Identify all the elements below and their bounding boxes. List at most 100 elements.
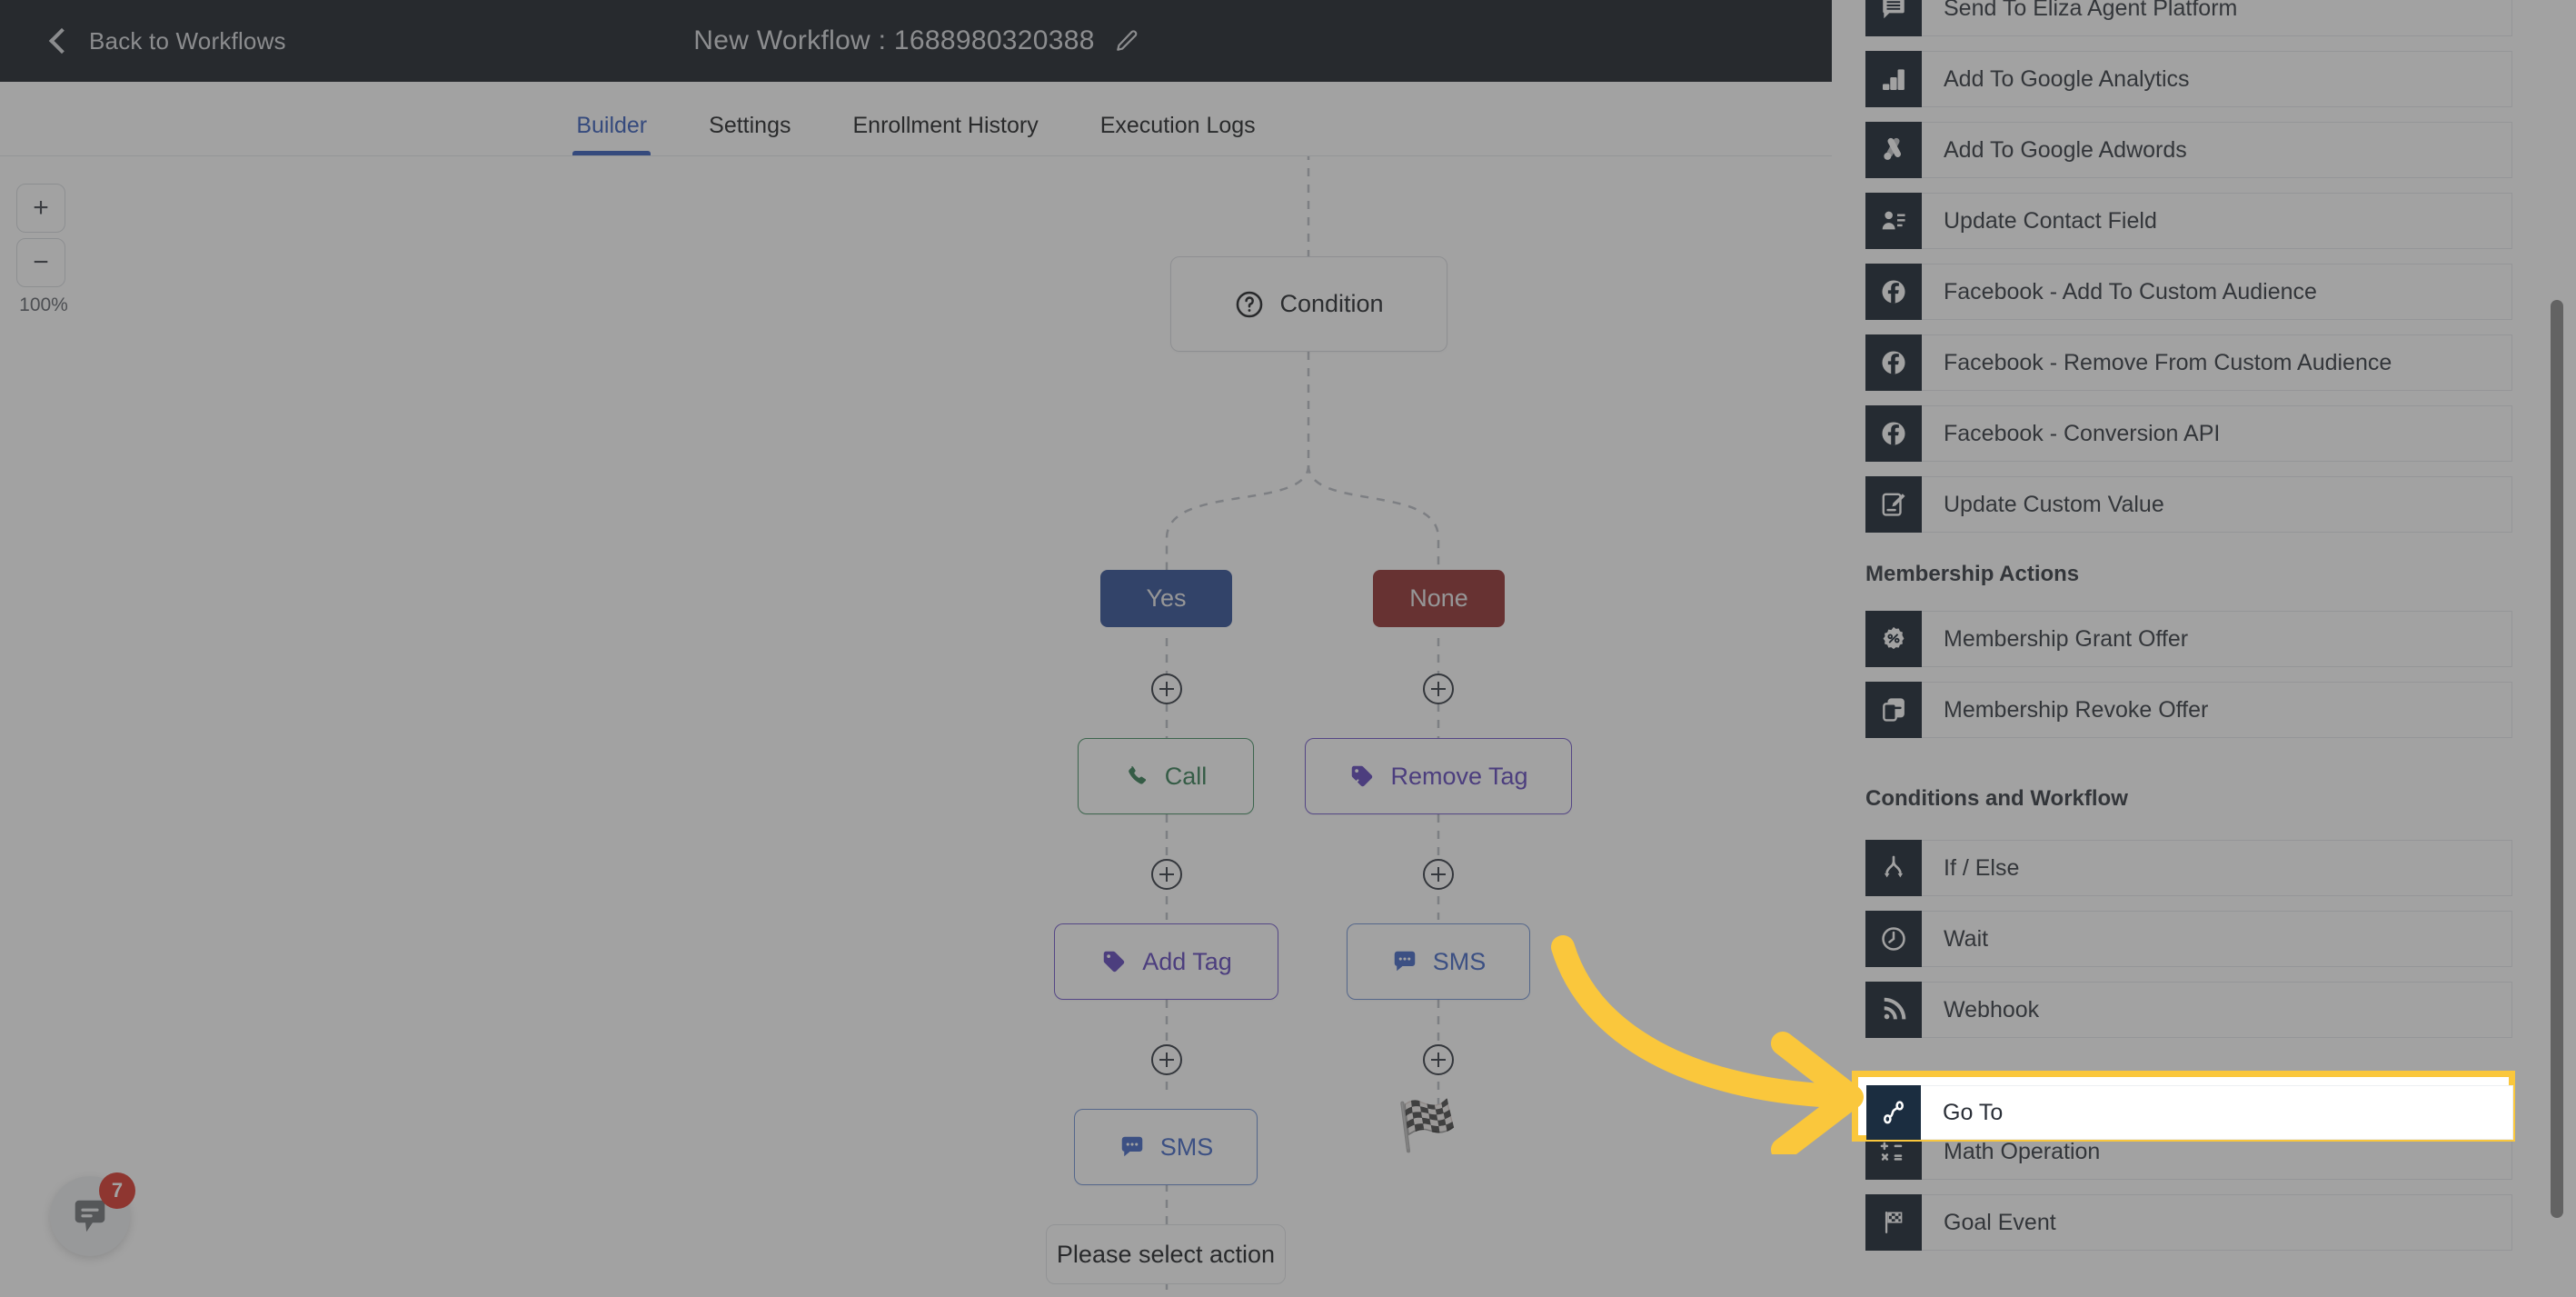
action-item-wait[interactable]: Wait [1865,911,2512,967]
facebook-icon [1865,264,1922,320]
checkered-flag-icon [1865,1194,1922,1251]
sms-node-right-label: SMS [1432,947,1487,975]
action-item-facebook-add-to-custom-audience[interactable]: Facebook - Add To Custom Audience [1865,264,2512,320]
remove-tag-node-label: Remove Tag [1390,762,1528,790]
add-step-button[interactable] [1423,859,1454,890]
action-item-add-to-google-adwords[interactable]: Add To Google Adwords [1865,122,2512,178]
call-node-label: Call [1164,762,1208,790]
action-item-label: Add To Google Analytics [1922,51,2512,107]
tab-enrollment-history[interactable]: Enrollment History [821,113,1069,155]
tab-settings[interactable]: Settings [678,113,821,155]
add-step-button[interactable] [1151,673,1182,704]
action-item-label: Update Contact Field [1922,193,2512,249]
sms-icon [1394,951,1415,972]
add-tag-node[interactable]: Add Tag [1054,923,1278,1000]
facebook-icon [1865,405,1922,462]
page-title: New Workflow : 1688980320388 [693,25,1095,55]
google-analytics-icon [1865,51,1922,107]
action-item-send-to-eliza-agent-platform[interactable]: Send To Eliza Agent Platform [1865,0,2512,36]
branch-yes-label: Yes [1146,584,1187,612]
facebook-icon [1865,334,1922,391]
panel-scrollbar[interactable] [2551,300,2563,1218]
branch-none-label: None [1409,584,1468,612]
zoom-level-label: 100% [19,294,68,315]
connector-lines [1165,156,1440,1292]
select-action-node[interactable]: Please select action [1046,1224,1286,1284]
action-item-label: Update Custom Value [1922,476,2512,533]
action-item-label: Webhook [1922,982,2512,1038]
question-circle-icon [1237,291,1263,317]
sms-icon [1121,1136,1142,1157]
sms-node-left[interactable]: SMS [1074,1109,1258,1185]
edit-document-icon [1865,476,1922,533]
action-item-membership-grant-offer[interactable]: Membership Grant Offer [1865,611,2512,667]
highlight-frame-go-to: Go To [1852,1071,2515,1142]
branch-yes-pill[interactable]: Yes [1100,570,1232,627]
call-node[interactable]: Call [1078,738,1254,814]
add-step-button[interactable] [1423,673,1454,704]
action-item-update-contact-field[interactable]: Update Contact Field [1865,193,2512,249]
tab-builder[interactable]: Builder [545,113,678,155]
badge-percent-icon [1865,611,1922,667]
chat-unread-badge: 7 [99,1172,135,1209]
action-item-update-custom-value[interactable]: Update Custom Value [1865,476,2512,533]
action-item-label: Wait [1922,911,2512,967]
add-step-button[interactable] [1423,1044,1454,1075]
zoom-in-button[interactable]: + [16,184,65,233]
sms-node-left-label: SMS [1159,1132,1214,1161]
action-item-if-else[interactable]: If / Else [1865,840,2512,896]
action-item-add-to-google-analytics[interactable]: Add To Google Analytics [1865,51,2512,107]
back-to-workflows-button[interactable]: Back to Workflows [48,26,286,55]
revoke-card-icon [1865,682,1922,738]
add-tag-node-label: Add Tag [1142,947,1232,975]
back-to-workflows-label: Back to Workflows [89,26,286,55]
action-item-label: Facebook - Conversion API [1922,405,2512,462]
action-item-label: Send To Eliza Agent Platform [1922,0,2512,36]
condition-node-label: Condition [1279,290,1384,317]
action-item-membership-revoke-offer[interactable]: Membership Revoke Offer [1865,682,2512,738]
action-item-go-to[interactable]: Go To [1866,1085,2513,1140]
tab-bar: Builder Settings Enrollment History Exec… [0,82,1832,156]
clock-icon [1865,911,1922,967]
action-item-label: Goal Event [1922,1194,2512,1251]
chat-support-widget[interactable]: 7 [50,1172,135,1256]
zoom-controls: + − 100% [16,184,71,316]
tab-execution-logs[interactable]: Execution Logs [1069,113,1287,155]
google-adwords-icon [1865,122,1922,178]
action-item-facebook-conversion-api[interactable]: Facebook - Conversion API [1865,405,2512,462]
branch-icon [1865,840,1922,896]
add-step-button[interactable] [1151,1044,1182,1075]
chat-lines-icon [1865,0,1922,36]
screen-root: Back to Workflows New Workflow : 1688980… [0,0,2576,1297]
action-item-label: Membership Revoke Offer [1922,682,2512,738]
workflow-builder-app: Back to Workflows New Workflow : 1688980… [0,0,1832,1297]
action-item-label: Facebook - Add To Custom Audience [1922,264,2512,320]
select-action-label: Please select action [1056,1240,1276,1268]
rss-webhook-icon [1865,982,1922,1038]
add-step-button[interactable] [1151,859,1182,890]
contact-field-icon [1865,193,1922,249]
zoom-out-button[interactable]: − [16,238,65,287]
remove-tag-icon [1352,765,1373,787]
action-item-label: Membership Grant Offer [1922,611,2512,667]
checkered-flag-icon: 🏁 [1397,1099,1458,1153]
action-item-label: Go To [1921,1085,2513,1140]
action-item-label: Facebook - Remove From Custom Audience [1922,334,2512,391]
action-item-facebook-remove-from-custom-audience[interactable]: Facebook - Remove From Custom Audience [1865,334,2512,391]
route-goto-icon [1866,1085,1921,1140]
tag-icon [1103,951,1125,973]
workflow-canvas[interactable]: + − 100% Condition Yes None Call Remove … [0,156,1832,1297]
pencil-icon[interactable] [1115,29,1139,53]
branch-none-pill[interactable]: None [1373,570,1505,627]
section-title-membership-actions: Membership Actions [1865,562,2080,586]
phone-icon [1128,766,1146,784]
action-item-label: Add To Google Adwords [1922,122,2512,178]
action-item-webhook[interactable]: Webhook [1865,982,2512,1038]
chevron-left-icon [48,27,75,55]
section-title-conditions-and-workflow: Conditions and Workflow [1865,786,2128,811]
action-item-goal-event[interactable]: Goal Event [1865,1194,2512,1251]
sms-node-right[interactable]: SMS [1347,923,1530,1000]
top-header-bar: Back to Workflows New Workflow : 1688980… [0,0,1832,82]
condition-node[interactable]: Condition [1170,256,1447,352]
remove-tag-node[interactable]: Remove Tag [1305,738,1572,814]
